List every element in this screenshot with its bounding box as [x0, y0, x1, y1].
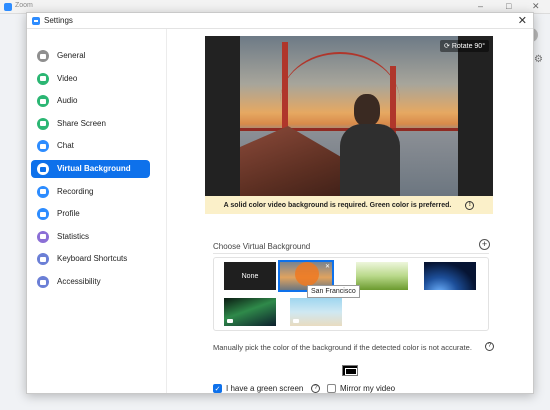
- gear-icon: [37, 50, 49, 62]
- dialog-title: Settings: [44, 16, 73, 25]
- thumbnail-none-label: None: [241, 272, 259, 280]
- background-image-preview: [240, 36, 458, 196]
- sidebar-item-label: Video: [57, 73, 78, 83]
- thumbnail-tooltip: San Francisco: [307, 285, 360, 298]
- video-camera-icon: [293, 319, 299, 323]
- background-window-title: Zoom: [15, 2, 33, 9]
- sidebar-item-profile[interactable]: Profile: [31, 205, 150, 223]
- maximize-icon[interactable]: □: [506, 1, 511, 11]
- mirror-video-checkbox[interactable]: [327, 384, 336, 393]
- rotate-label: Rotate 90°: [451, 42, 485, 50]
- green-screen-checkbox[interactable]: ✓: [213, 384, 222, 393]
- zoom-logo-icon: [4, 3, 12, 11]
- thumbnail-grass[interactable]: [356, 262, 408, 290]
- sidebar-item-share-screen[interactable]: Share Screen: [31, 115, 150, 133]
- green-screen-notice: A solid color video background is requir…: [205, 196, 493, 214]
- sidebar-item-label: Virtual Background: [57, 164, 131, 173]
- sidebar-item-label: Recording: [57, 186, 94, 196]
- rotate-button[interactable]: ⟳ Rotate 90°: [439, 40, 489, 52]
- thumbnail-none[interactable]: None: [224, 262, 276, 290]
- video-camera-icon: [37, 72, 49, 85]
- keyboard-icon: [37, 253, 49, 266]
- background-color-swatch[interactable]: [342, 365, 358, 376]
- sidebar-item-label: Accessibility: [57, 277, 101, 286]
- record-icon: [37, 185, 49, 198]
- accessibility-icon: [37, 276, 49, 288]
- share-screen-icon: [37, 117, 49, 130]
- mirror-video-option[interactable]: Mirror my video: [327, 384, 395, 393]
- person-icon: [37, 208, 49, 221]
- thumbnail-beach[interactable]: [290, 298, 342, 326]
- thumbnail-aurora[interactable]: [224, 298, 276, 326]
- choose-background-label: Choose Virtual Background: [213, 242, 311, 251]
- headphones-icon: [37, 95, 49, 108]
- sidebar-item-label: Statistics: [57, 231, 90, 241]
- sidebar-item-keyboard-shortcuts[interactable]: Keyboard Shortcuts: [31, 250, 150, 268]
- sidebar-item-chat[interactable]: Chat: [31, 137, 150, 155]
- sidebar-item-label: Chat: [57, 141, 74, 151]
- video-camera-icon: [227, 319, 233, 323]
- help-icon[interactable]: ?: [485, 342, 494, 351]
- sidebar-item-video[interactable]: Video: [31, 70, 150, 88]
- sidebar-item-label: General: [57, 51, 86, 60]
- add-background-button[interactable]: +: [479, 239, 490, 250]
- bar-chart-icon: [37, 230, 49, 243]
- settings-dialog: Settings ✕ General Video Audio Share Screen…: [26, 12, 534, 394]
- virtual-background-panel: ⟳ Rotate 90° A solid color video backgro…: [167, 29, 535, 393]
- sidebar-item-general[interactable]: General: [31, 47, 150, 65]
- remove-icon[interactable]: ✕: [325, 263, 330, 270]
- close-icon[interactable]: ✕: [518, 14, 527, 27]
- manual-color-hint: Manually pick the color of the backgroun…: [213, 343, 472, 352]
- divider: [213, 253, 489, 254]
- sidebar-item-statistics[interactable]: Statistics: [31, 228, 150, 246]
- sidebar-item-label: Share Screen: [57, 118, 106, 128]
- dialog-titlebar: Settings ✕: [27, 13, 533, 29]
- user-body: [340, 124, 400, 196]
- chat-bubble-icon: [37, 140, 49, 153]
- help-icon[interactable]: ?: [311, 384, 321, 393]
- sidebar-item-recording[interactable]: Recording: [31, 183, 150, 201]
- green-screen-label: I have a green screen: [226, 384, 304, 393]
- portrait-icon: [37, 163, 49, 175]
- video-preview: ⟳ Rotate 90° A solid color video backgro…: [205, 36, 493, 214]
- close-window-icon[interactable]: ✕: [532, 1, 540, 12]
- sidebar-item-label: Profile: [57, 209, 80, 219]
- settings-sidebar: General Video Audio Share Screen Chat Virtual…: [27, 29, 167, 393]
- green-screen-option[interactable]: ✓ I have a green screen ?: [213, 384, 321, 393]
- zoom-logo-icon: [32, 17, 40, 25]
- sidebar-item-accessibility[interactable]: Accessibility: [31, 273, 150, 291]
- sidebar-item-label: Audio: [57, 96, 78, 106]
- thumbnail-earth[interactable]: [424, 262, 476, 290]
- mouse-cursor-highlight: [295, 262, 319, 286]
- info-icon[interactable]: !: [465, 200, 475, 210]
- minimize-icon[interactable]: –: [478, 1, 483, 11]
- notice-text: A solid color video background is requir…: [223, 201, 452, 209]
- gear-icon[interactable]: ⚙: [534, 54, 543, 65]
- sidebar-item-label: Keyboard Shortcuts: [57, 254, 128, 264]
- user-head: [354, 94, 380, 126]
- sidebar-item-audio[interactable]: Audio: [31, 92, 150, 110]
- user-silhouette: [340, 94, 400, 196]
- mirror-video-label: Mirror my video: [340, 384, 396, 393]
- sidebar-item-virtual-background[interactable]: Virtual Background: [31, 160, 150, 178]
- rotate-icon: ⟳: [443, 43, 450, 50]
